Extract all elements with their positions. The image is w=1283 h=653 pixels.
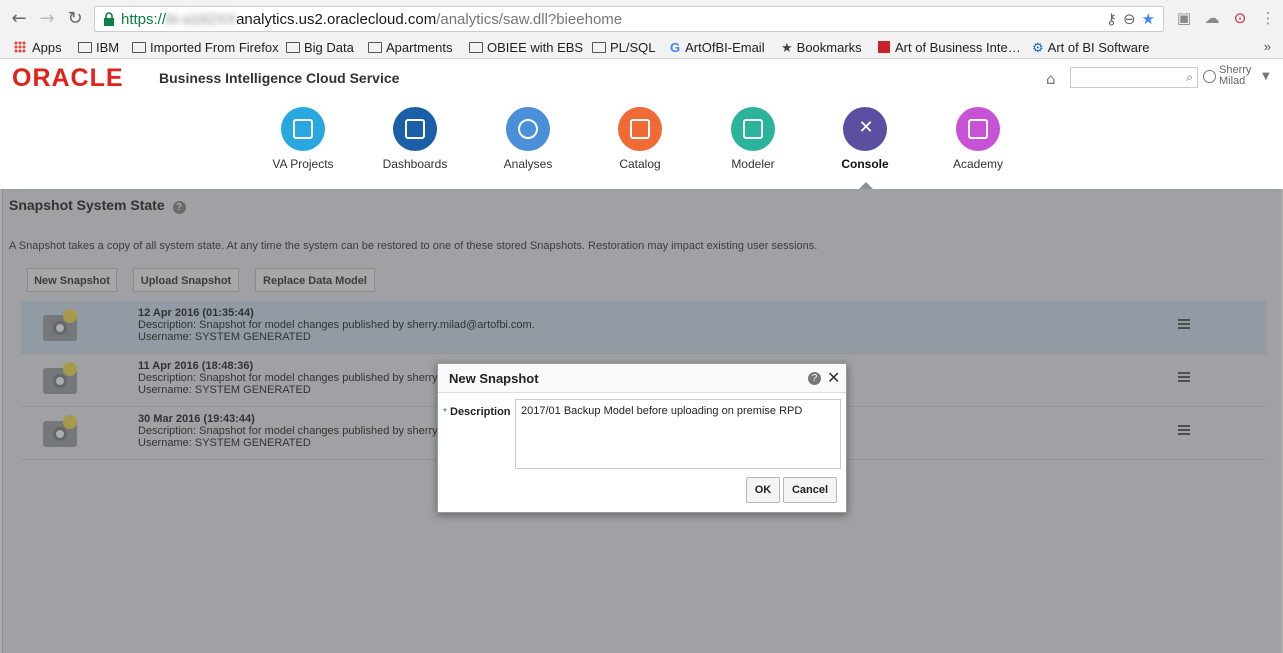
- product-name: Business Intelligence Cloud Service: [159, 70, 400, 86]
- folder-icon: [469, 42, 483, 53]
- app-label: Catalog: [619, 157, 661, 171]
- app-label: VA Projects: [272, 157, 334, 171]
- bookmarks-more[interactable]: »: [1264, 39, 1271, 54]
- search-input[interactable]: ⌕: [1070, 67, 1198, 88]
- extensions: ▣ ☁ ⊙ ⋮: [1170, 9, 1282, 27]
- app-label: Console: [841, 157, 889, 171]
- oracle-logo: ORACLE: [12, 64, 124, 92]
- close-icon[interactable]: ✕: [827, 368, 840, 387]
- google-icon: G: [670, 40, 681, 55]
- bookmark-ibm[interactable]: IBM: [78, 40, 119, 55]
- required-indicator: *: [443, 407, 447, 418]
- app-header: ORACLE Business Intelligence Cloud Servi…: [0, 60, 1283, 190]
- ok-button[interactable]: OK: [746, 477, 780, 503]
- url-actions: ⚷ ⊖ ★: [1100, 10, 1155, 28]
- bookmark-plsql[interactable]: PL/SQL: [592, 40, 656, 55]
- app-academy[interactable]: Academy: [928, 107, 1028, 171]
- active-indicator: [859, 182, 873, 189]
- bookmark-big-data[interactable]: Big Data: [286, 40, 354, 55]
- bookmark-art-of-business[interactable]: Art of Business Inte…: [878, 40, 1021, 55]
- analyses-icon: [506, 107, 550, 151]
- pinterest-icon[interactable]: ⊙: [1226, 9, 1254, 27]
- app-analyses[interactable]: Analyses: [478, 107, 578, 171]
- folder-icon: [368, 42, 382, 53]
- academy-icon: [956, 107, 1000, 151]
- user-last-name: Milad: [1219, 75, 1246, 87]
- new-snapshot-dialog: New Snapshot ? ✕ * Description 2017/01 B…: [437, 363, 847, 513]
- url-text: https://bi-a162XXanalytics.us2.oracleclo…: [121, 11, 622, 28]
- app-label: Academy: [952, 157, 1004, 171]
- app-dashboards[interactable]: Dashboards: [365, 107, 465, 171]
- bookmarks-bar: Apps IBM Imported From Firefox Big Data …: [0, 37, 1283, 59]
- va-projects-icon: [281, 107, 325, 151]
- modeler-icon: [731, 107, 775, 151]
- bookmark-imported[interactable]: Imported From Firefox: [132, 40, 279, 55]
- app-modeler[interactable]: Modeler: [703, 107, 803, 171]
- cancel-button[interactable]: Cancel: [783, 477, 837, 503]
- chevron-down-icon[interactable]: ▼: [1262, 71, 1270, 82]
- user-menu[interactable]: Sherry Milad: [1219, 65, 1261, 87]
- menu-dots-icon[interactable]: ⋮: [1254, 9, 1282, 27]
- description-field[interactable]: 2017/01 Backup Model before uploading on…: [515, 399, 841, 469]
- user-icon: [1203, 70, 1216, 83]
- folder-icon: [78, 42, 92, 53]
- catalog-icon: [618, 107, 662, 151]
- app-label: Analyses: [503, 157, 553, 171]
- dashboards-icon: [393, 107, 437, 151]
- url-host-blurred: bi-a162XX: [166, 11, 237, 28]
- back-arrow-icon[interactable]: ←: [8, 8, 30, 30]
- extension-icon[interactable]: ▣: [1170, 9, 1198, 27]
- lock-icon: [104, 12, 114, 26]
- bookmark-bookmarks[interactable]: ★ Bookmarks: [781, 40, 862, 56]
- app-label: Dashboards: [382, 157, 448, 171]
- zoom-icon[interactable]: ⊖: [1123, 10, 1136, 28]
- gear-icon: ⚙: [1032, 41, 1044, 56]
- drive-icon[interactable]: ☁: [1198, 9, 1226, 27]
- search-icon[interactable]: ⌕: [1186, 70, 1193, 85]
- folder-icon: [592, 42, 606, 53]
- browser-toolbar: ← → ↻ https://bi-a162XXanalytics.us2.ora…: [0, 0, 1283, 37]
- description-label: Description: [450, 406, 511, 418]
- reload-icon[interactable]: ↻: [64, 8, 86, 30]
- bookmark-art-of-bi-software[interactable]: ⚙ Art of BI Software: [1032, 40, 1150, 56]
- url-host: analytics.us2.oraclecloud.com: [236, 11, 437, 28]
- dialog-header: New Snapshot ? ✕: [438, 364, 846, 393]
- home-icon[interactable]: ⌂: [1046, 70, 1056, 88]
- bookmark-apps[interactable]: Apps: [14, 40, 62, 55]
- app-console[interactable]: ✕ Console: [815, 107, 915, 189]
- bookmark-artofbi-email[interactable]: G ArtOfBI-Email: [670, 40, 765, 55]
- help-icon[interactable]: ?: [808, 372, 821, 385]
- app-catalog[interactable]: Catalog: [590, 107, 690, 171]
- red-square-icon: [878, 41, 890, 53]
- key-icon[interactable]: ⚷: [1106, 10, 1117, 28]
- bookmark-obiee[interactable]: OBIEE with EBS: [469, 40, 583, 55]
- bookmark-star-icon[interactable]: ★: [1142, 10, 1155, 28]
- app-launcher: VA Projects Dashboards Analyses Catalog …: [250, 107, 1010, 189]
- forward-arrow-icon[interactable]: →: [36, 8, 58, 30]
- folder-icon: [286, 42, 300, 53]
- bookmark-apartments[interactable]: Apartments: [368, 40, 452, 55]
- apps-grid-icon: [14, 41, 26, 53]
- dialog-title: New Snapshot: [449, 371, 539, 386]
- folder-icon: [132, 42, 146, 53]
- star-icon: ★: [781, 41, 793, 56]
- address-bar[interactable]: https://bi-a162XXanalytics.us2.oracleclo…: [94, 6, 1164, 32]
- url-path: /analytics/saw.dll?bieehome: [436, 11, 623, 28]
- app-label: Modeler: [731, 157, 775, 171]
- url-scheme: https://: [121, 11, 167, 28]
- app-va-projects[interactable]: VA Projects: [253, 107, 353, 171]
- console-tools-icon: ✕: [843, 107, 887, 151]
